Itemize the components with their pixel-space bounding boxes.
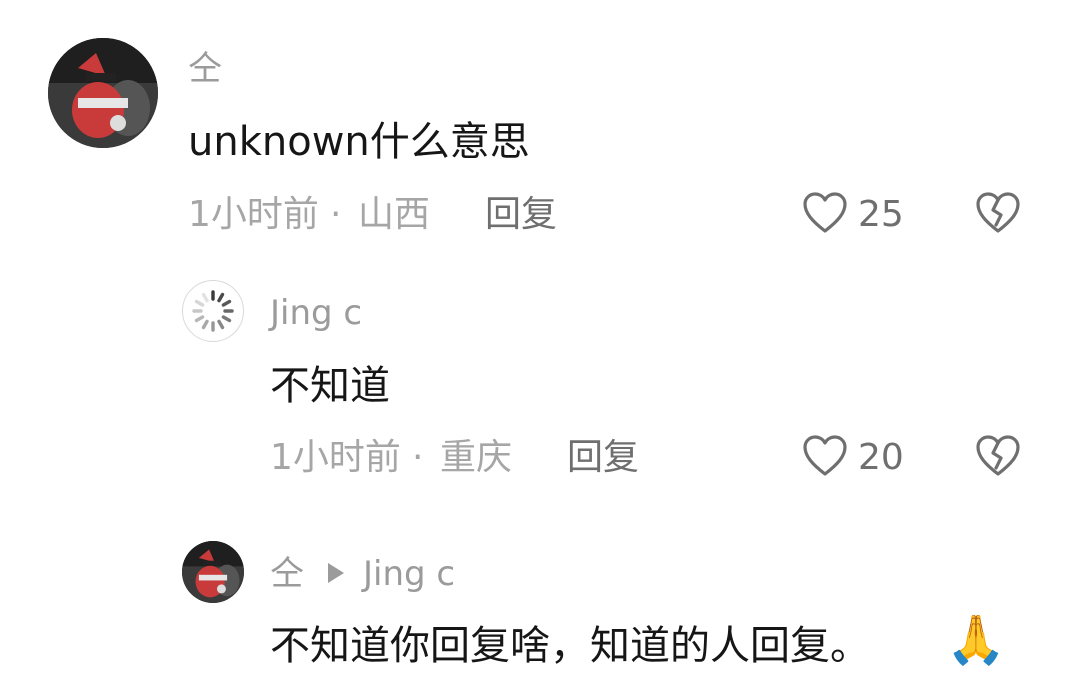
comment-username[interactable]: 仝 (270, 557, 304, 591)
spinner-icon (192, 290, 234, 332)
avatar[interactable] (182, 541, 244, 603)
comment-location: 山西 (358, 194, 431, 235)
avatar[interactable] (48, 38, 158, 148)
comment-text: unknown什么意思 (188, 119, 530, 165)
triangle-right-icon (328, 563, 344, 583)
like-count: 25 (858, 194, 904, 235)
comment-username[interactable]: Jing c (270, 296, 362, 330)
meta-separator: · (330, 194, 342, 235)
broken-heart-icon[interactable] (975, 191, 1021, 235)
reply-button[interactable]: 回复 (567, 440, 639, 476)
comment-text: 不知道 (270, 363, 390, 409)
comment-text: 不知道你回复啥，知道的人回复。 (270, 623, 870, 669)
broken-heart-icon[interactable] (975, 434, 1021, 478)
like-count: 20 (858, 437, 904, 478)
avatar[interactable] (182, 280, 244, 342)
reply-to-username[interactable]: Jing c (363, 557, 455, 591)
folded-hands-emoji: 🙏 (946, 612, 1006, 668)
comment-time: 1小时前 (270, 437, 401, 478)
meta-separator: · (412, 437, 424, 478)
reply-button[interactable]: 回复 (485, 197, 557, 233)
comment-location: 重庆 (440, 437, 513, 478)
heart-outline-icon[interactable] (802, 434, 848, 478)
heart-outline-icon[interactable] (802, 191, 848, 235)
comment-time: 1小时前 (188, 194, 319, 235)
comment-username[interactable]: 仝 (188, 52, 222, 86)
